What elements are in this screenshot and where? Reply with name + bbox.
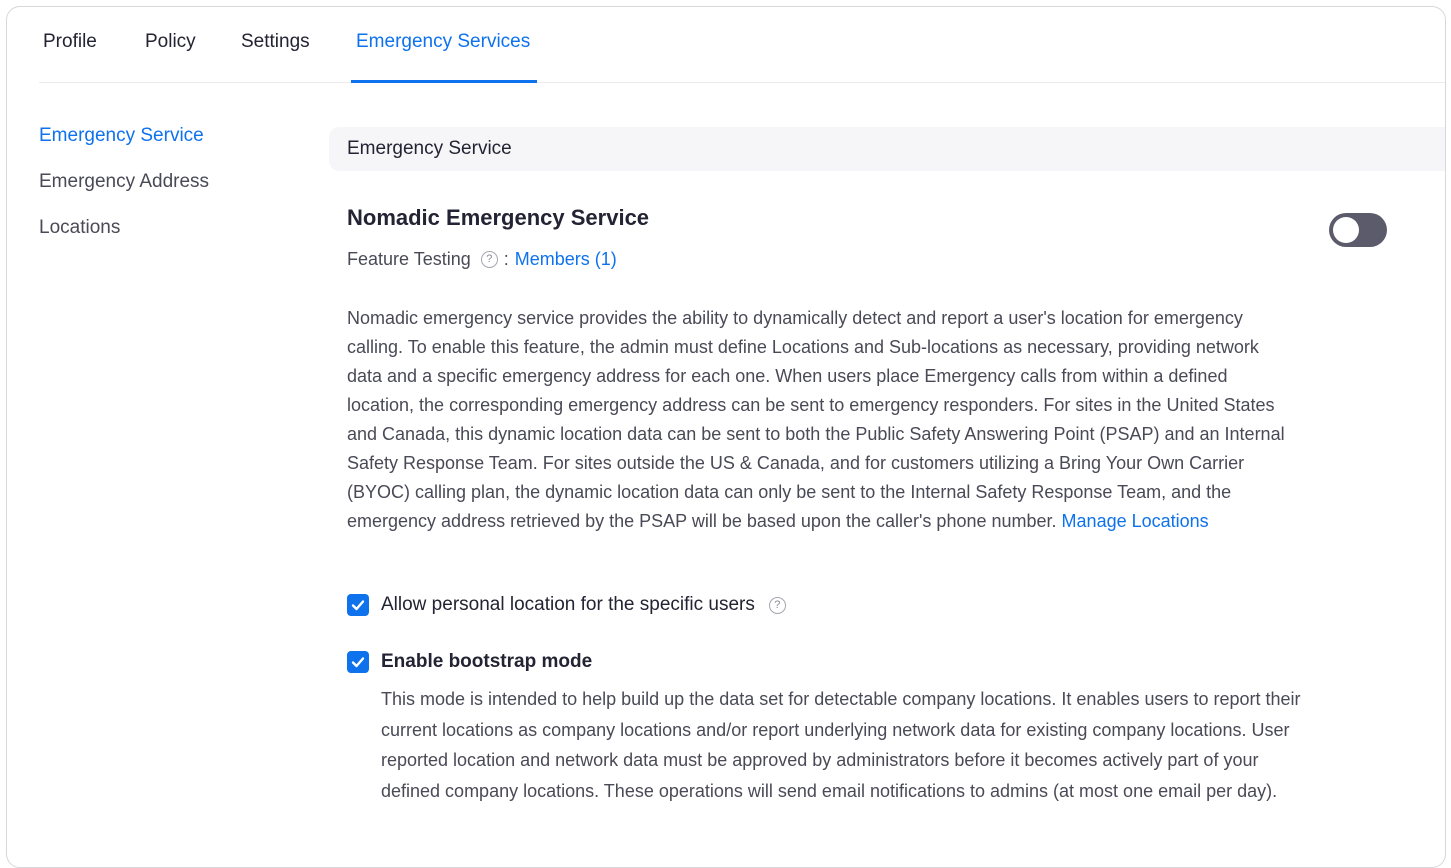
sidebar-item-emergency-service[interactable]: Emergency Service — [39, 123, 299, 169]
checkmark-icon — [351, 657, 365, 668]
app-window: Profile Policy Settings Emergency Servic… — [6, 6, 1446, 868]
checkmark-icon — [351, 600, 365, 611]
bootstrap-mode-label: Enable bootstrap mode — [381, 651, 593, 672]
sidebar-item-emergency-address[interactable]: Emergency Address — [39, 169, 299, 215]
help-circle-icon[interactable]: ? — [480, 250, 498, 268]
sidebar-item-locations[interactable]: Locations — [39, 215, 299, 261]
help-circle-icon[interactable]: ? — [768, 596, 786, 614]
setting-block: Nomadic Emergency Service Feature Testin… — [347, 202, 1387, 536]
tab-profile[interactable]: Profile — [43, 31, 97, 53]
section-header: Emergency Service — [329, 127, 1445, 171]
tab-settings[interactable]: Settings — [241, 31, 310, 53]
nomadic-emergency-toggle[interactable] — [1329, 213, 1387, 247]
personal-location-option: Allow personal location for the specific… — [347, 594, 792, 616]
active-tab-indicator — [351, 80, 537, 83]
side-nav: Emergency Service Emergency Address Loca… — [39, 123, 299, 261]
tab-policy[interactable]: Policy — [145, 31, 196, 53]
setting-description: Nomadic emergency service provides the a… — [347, 304, 1297, 536]
feature-testing-row: Feature Testing ? : Members (1) — [347, 246, 1387, 272]
manage-locations-link[interactable]: Manage Locations — [1062, 511, 1209, 531]
feature-testing-separator: : — [503, 248, 509, 269]
personal-location-label: Allow personal location for the specific… — [381, 594, 755, 615]
personal-location-checkbox[interactable] — [347, 594, 369, 616]
feature-testing-label: Feature Testing — [347, 248, 471, 269]
top-tab-bar: Profile Policy Settings Emergency Servic… — [39, 7, 1445, 83]
members-link[interactable]: Members (1) — [515, 249, 617, 270]
bootstrap-mode-description: This mode is intended to help build up t… — [381, 689, 1301, 801]
bootstrap-mode-checkbox[interactable] — [347, 651, 369, 673]
setting-title: Nomadic Emergency Service — [347, 205, 650, 230]
bootstrap-mode-option: Enable bootstrap mode — [347, 651, 592, 673]
section-title: Emergency Service — [347, 138, 512, 159]
setting-description-text: Nomadic emergency service provides the a… — [347, 308, 1285, 531]
tab-emergency-services[interactable]: Emergency Services — [356, 31, 530, 53]
toggle-knob — [1333, 217, 1359, 243]
